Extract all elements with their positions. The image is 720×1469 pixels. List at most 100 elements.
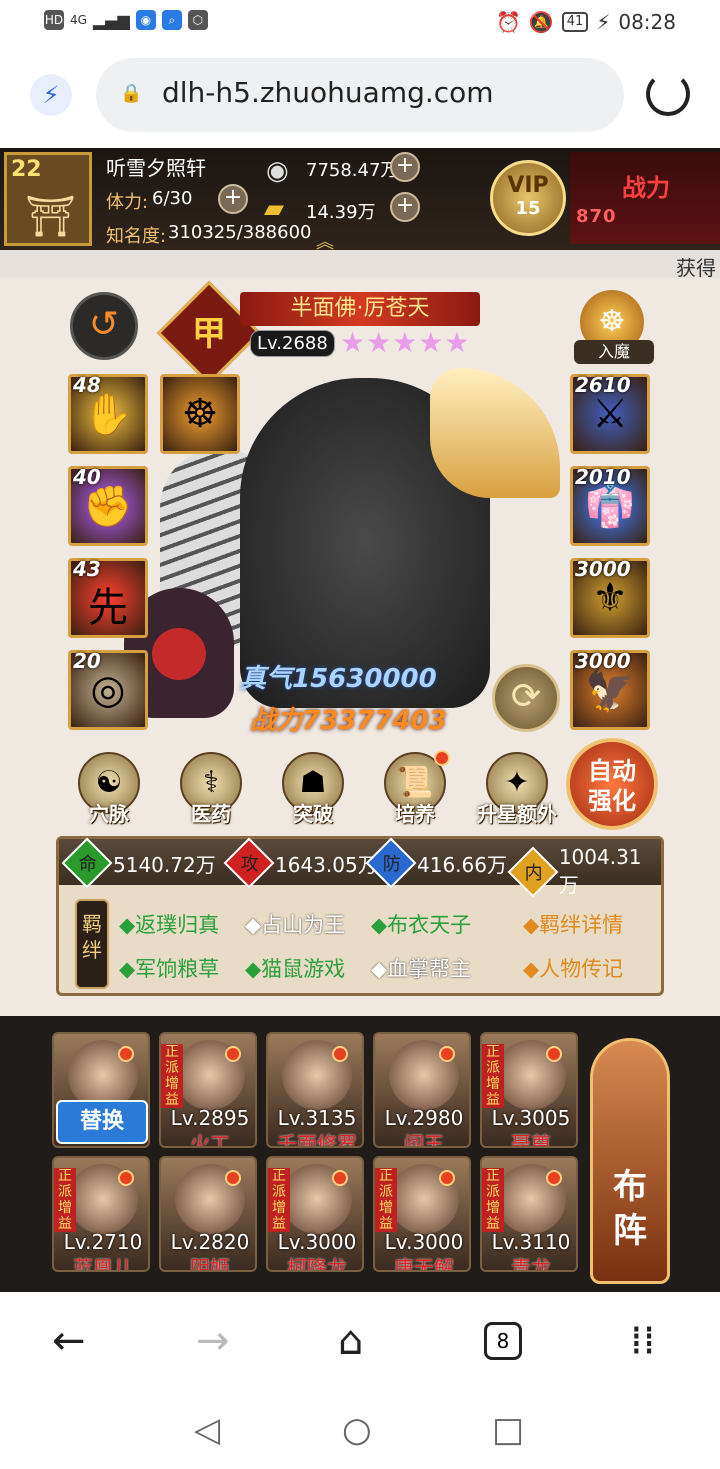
skill-slot[interactable]: ☸ bbox=[160, 374, 240, 454]
roster-card[interactable]: Lv.2980 阎王 bbox=[373, 1032, 471, 1148]
equipment-slot[interactable]: 👘 2010 bbox=[570, 465, 650, 546]
function-button[interactable]: ✦ 升星额外 bbox=[474, 752, 560, 838]
equipment-slot[interactable]: ⚜ 3000 bbox=[570, 557, 650, 638]
bond-detail-link[interactable]: ◆羁绊详情 bbox=[523, 909, 623, 939]
bond-item[interactable]: ◆返璞归真 bbox=[119, 909, 219, 939]
bond-item[interactable]: ◆布衣天子 bbox=[371, 909, 471, 939]
skill-icon: 先 bbox=[88, 585, 128, 631]
bond-item[interactable]: ◆占山为王 bbox=[245, 909, 345, 939]
url-field[interactable]: 🔒 dlh-h5.zhuohuamg.com bbox=[96, 58, 624, 132]
red-dot-badge bbox=[332, 1046, 348, 1062]
roster-card[interactable]: Lv.2820 阴姬 bbox=[159, 1156, 257, 1272]
bond-item[interactable]: ◆猫鼠游戏 bbox=[245, 953, 345, 983]
alarm-icon: ⏰ bbox=[495, 10, 521, 34]
back-button[interactable]: ↺ bbox=[70, 292, 138, 360]
red-dot-badge bbox=[225, 1046, 241, 1062]
rumo-button[interactable]: ☸ 入魔 bbox=[574, 290, 654, 370]
roster-card[interactable]: 正派增益 Lv.2710 蓝凰儿 bbox=[52, 1156, 150, 1272]
hero-level: Lv.2820 bbox=[170, 1230, 250, 1254]
player-name: 听雪夕照轩 bbox=[106, 156, 206, 180]
attribute-cell: 内 1004.31万 bbox=[507, 845, 661, 898]
equipment-slot[interactable]: ⚔ 2610 bbox=[570, 373, 650, 454]
hero-stars: ★★★★★ bbox=[340, 326, 471, 359]
system-home-icon[interactable]: ○ bbox=[342, 1410, 372, 1450]
lightning-icon[interactable]: ⚡ bbox=[30, 74, 72, 116]
attribute-cell: 命 5140.72万 bbox=[61, 837, 216, 889]
stamina-value: 6/30 bbox=[152, 188, 193, 209]
hd-icon: HD bbox=[44, 10, 64, 30]
roster-card[interactable]: 正派增益 Lv.2895 火工 bbox=[159, 1032, 257, 1148]
bond-item[interactable]: ◆血掌帮主 bbox=[371, 953, 471, 983]
attribute-value: 416.66万 bbox=[417, 852, 507, 877]
hero-level: Lv.2688 bbox=[250, 330, 335, 357]
system-recents-icon[interactable]: □ bbox=[492, 1410, 524, 1450]
function-label: 升星额外 bbox=[477, 802, 557, 826]
menu-icon[interactable]: ⁞⁞ bbox=[630, 1318, 655, 1364]
signal-icon: ▂▄▆ bbox=[92, 10, 130, 30]
biography-link[interactable]: ◆人物传记 bbox=[523, 953, 623, 983]
skill-slot[interactable]: 先 43 bbox=[68, 557, 148, 638]
attribute-cell: 防 416.66万 bbox=[365, 837, 507, 889]
auto-strengthen-button[interactable]: 自动强化 bbox=[566, 738, 658, 830]
roster-panel: 替换 正派增益 Lv.2895 火工 Lv.3135 千面修罗 Lv.2980 阎王 正派增益 L… bbox=[0, 1016, 720, 1292]
reload-icon[interactable] bbox=[646, 72, 690, 116]
system-back-icon[interactable]: ◁ bbox=[194, 1410, 220, 1450]
refresh-icon[interactable]: ⟳ bbox=[492, 664, 560, 732]
roster-card[interactable]: 正派增益 Lv.3005 聂尊 bbox=[480, 1032, 578, 1148]
skill-slot[interactable]: ◎ 20 bbox=[68, 649, 148, 730]
hero-level: Lv.3135 bbox=[277, 1106, 357, 1130]
power-panel[interactable]: 战力 870 bbox=[570, 152, 720, 244]
roster-card[interactable]: 正派增益 Lv.3000 柯降龙 bbox=[266, 1156, 364, 1272]
attribute-value: 1643.05万 bbox=[275, 852, 378, 877]
browser-address-bar: ⚡ 🔒 dlh-h5.zhuohuamg.com bbox=[0, 44, 720, 148]
gold-icon: ▰ bbox=[264, 194, 284, 224]
rank-text: 甲 bbox=[192, 314, 226, 354]
hero-name: 火工 bbox=[190, 1132, 230, 1148]
equipment-slot[interactable]: 🦅 3000 bbox=[570, 649, 650, 730]
hero-level: Lv.3000 bbox=[384, 1230, 464, 1254]
function-button[interactable]: 📜 培养 bbox=[372, 750, 458, 838]
roster-card[interactable]: 正派增益 Lv.3000 唐无解 bbox=[373, 1156, 471, 1272]
jiban-label: 羁绊 bbox=[82, 912, 102, 962]
equipment-icon: ⚔ bbox=[592, 391, 628, 437]
status-bar: HD 4G ▂▄▆ ◉ ⌕ ⬡ ⏰ 🔕 41 ⚡ 08:28 bbox=[0, 0, 720, 44]
attribute-icon: 防 bbox=[365, 837, 417, 889]
forward-arrow-icon[interactable]: → bbox=[196, 1318, 230, 1364]
add-stamina-button[interactable]: + bbox=[218, 184, 248, 214]
shield-app-icon: ⬡ bbox=[187, 10, 208, 30]
attribute-icon-text: 内 bbox=[524, 862, 543, 884]
attribute-cell: 攻 1643.05万 bbox=[223, 837, 378, 889]
home-icon[interactable]: ⌂ bbox=[338, 1318, 363, 1364]
fame-label: 知名度: bbox=[106, 226, 167, 247]
hero-level: Lv.2980 bbox=[384, 1106, 464, 1130]
rumo-label: 入魔 bbox=[574, 340, 654, 364]
skill-level: 48 bbox=[73, 373, 101, 397]
roster-card[interactable]: 正派增益 Lv.3110 青龙 bbox=[480, 1156, 578, 1272]
battery-indicator: 41 bbox=[561, 12, 589, 32]
tabs-button[interactable]: 8 bbox=[484, 1322, 522, 1360]
attribute-value: 5140.72万 bbox=[113, 852, 216, 877]
charging-icon: ⚡ bbox=[596, 10, 611, 34]
equipment-icon: 👘 bbox=[585, 484, 635, 530]
bond-item[interactable]: ◆军饷粮草 bbox=[119, 953, 219, 983]
skill-slot[interactable]: ✊ 40 bbox=[68, 465, 148, 546]
function-button[interactable]: ☯ 穴脉 bbox=[66, 752, 152, 838]
skill-slot[interactable]: ✋ 48 bbox=[68, 373, 148, 454]
red-dot-badge bbox=[118, 1170, 134, 1186]
player-avatar[interactable]: 22 ⛩ bbox=[4, 152, 92, 246]
add-gold-button[interactable]: + bbox=[390, 192, 420, 222]
formation-button[interactable]: 布阵 bbox=[590, 1038, 670, 1284]
roster-card[interactable]: Lv.3135 千面修罗 bbox=[266, 1032, 364, 1148]
stamina-label: 体力: bbox=[106, 192, 149, 213]
vip-badge[interactable]: VIP 15 bbox=[490, 160, 566, 236]
zhenqi-value: 真气15630000 bbox=[240, 664, 437, 694]
function-button[interactable]: ☗ 突破 bbox=[270, 752, 356, 838]
roster-card[interactable]: 替换 bbox=[52, 1032, 150, 1148]
back-arrow-icon[interactable]: ← bbox=[52, 1318, 86, 1364]
swap-button[interactable]: 替换 bbox=[56, 1100, 148, 1144]
attribute-icon: 攻 bbox=[223, 837, 275, 889]
add-silver-button[interactable]: + bbox=[390, 152, 420, 182]
equipment-level: 3000 bbox=[575, 557, 631, 581]
skill-level: 20 bbox=[73, 649, 101, 673]
function-button[interactable]: ⚕ 医药 bbox=[168, 752, 254, 838]
